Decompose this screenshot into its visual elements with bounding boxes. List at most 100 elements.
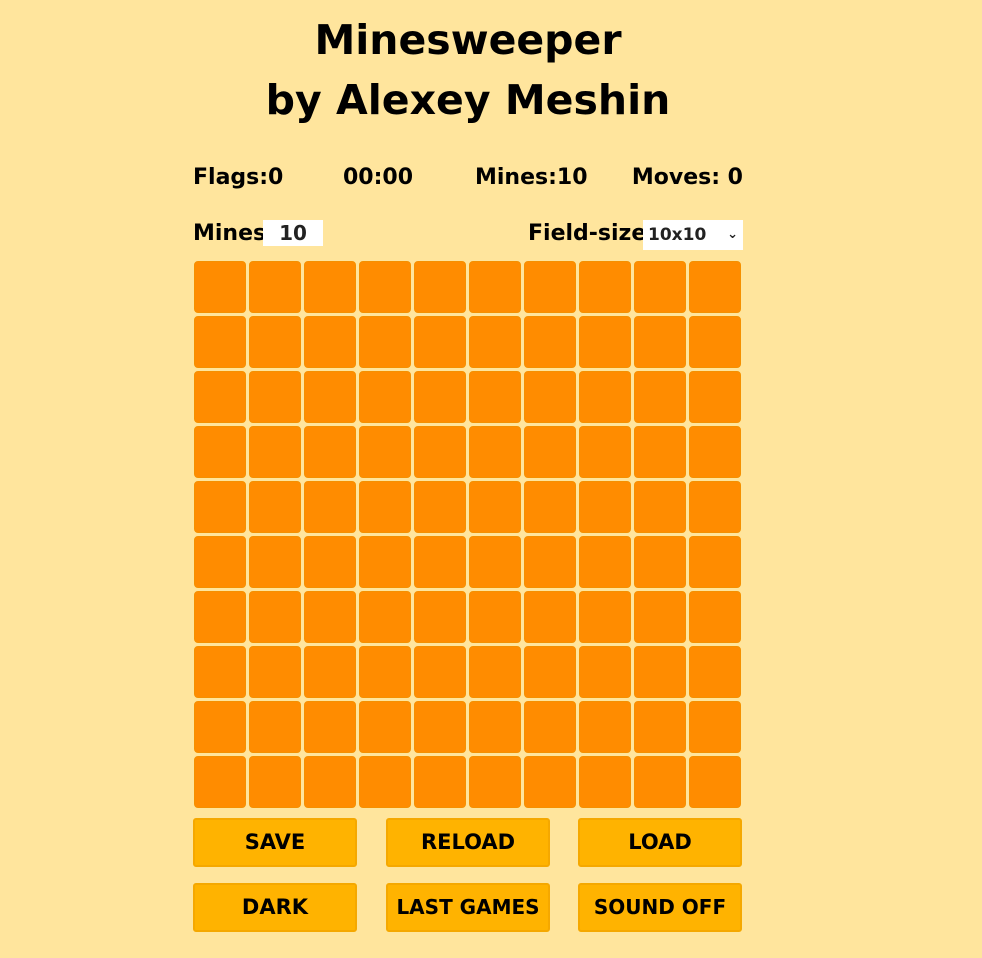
board-cell[interactable] [689,701,741,753]
board-cell[interactable] [359,371,411,423]
reload-button[interactable]: RELOAD [386,818,550,867]
board-cell[interactable] [689,756,741,808]
board-cell[interactable] [414,316,466,368]
last-games-button[interactable]: LAST GAMES [386,883,550,932]
board-cell[interactable] [359,316,411,368]
board-cell[interactable] [689,261,741,313]
board-cell[interactable] [414,536,466,588]
load-button[interactable]: LOAD [578,818,742,867]
board-cell[interactable] [359,701,411,753]
board-cell[interactable] [414,426,466,478]
board-cell[interactable] [634,756,686,808]
board-cell[interactable] [304,481,356,533]
board-cell[interactable] [359,646,411,698]
board-cell[interactable] [579,646,631,698]
board-cell[interactable] [414,261,466,313]
board-cell[interactable] [579,536,631,588]
board-cell[interactable] [194,261,246,313]
board-cell[interactable] [469,261,521,313]
board-cell[interactable] [689,371,741,423]
board-cell[interactable] [689,536,741,588]
board-cell[interactable] [634,316,686,368]
field-size-select[interactable]: 10x10 ⌄ [643,220,743,250]
board-cell[interactable] [469,316,521,368]
board-cell[interactable] [579,481,631,533]
board-cell[interactable] [524,481,576,533]
board-cell[interactable] [249,426,301,478]
board-cell[interactable] [414,591,466,643]
board-cell[interactable] [634,261,686,313]
board-cell[interactable] [194,701,246,753]
board-cell[interactable] [304,756,356,808]
board-cell[interactable] [524,316,576,368]
mines-input[interactable] [263,220,323,246]
board-cell[interactable] [524,591,576,643]
dark-mode-button[interactable]: DARK [193,883,357,932]
board-cell[interactable] [249,701,301,753]
board-cell[interactable] [249,371,301,423]
board-cell[interactable] [359,426,411,478]
board-cell[interactable] [359,481,411,533]
board-cell[interactable] [689,591,741,643]
board-cell[interactable] [249,536,301,588]
board-cell[interactable] [194,536,246,588]
board-cell[interactable] [414,481,466,533]
board-cell[interactable] [524,701,576,753]
board-cell[interactable] [524,646,576,698]
board-cell[interactable] [524,426,576,478]
board-cell[interactable] [469,646,521,698]
board-cell[interactable] [304,426,356,478]
board-cell[interactable] [634,481,686,533]
board-cell[interactable] [194,481,246,533]
board-cell[interactable] [689,481,741,533]
board-cell[interactable] [579,371,631,423]
board-cell[interactable] [469,426,521,478]
board-cell[interactable] [634,646,686,698]
board-cell[interactable] [414,756,466,808]
board-cell[interactable] [524,371,576,423]
board-cell[interactable] [689,316,741,368]
board-cell[interactable] [469,371,521,423]
board-cell[interactable] [414,371,466,423]
board-cell[interactable] [469,756,521,808]
board-cell[interactable] [194,646,246,698]
board-cell[interactable] [579,261,631,313]
save-button[interactable]: SAVE [193,818,357,867]
board-cell[interactable] [414,701,466,753]
board-cell[interactable] [304,261,356,313]
board-cell[interactable] [469,701,521,753]
board-cell[interactable] [359,756,411,808]
board-cell[interactable] [304,371,356,423]
board-cell[interactable] [634,426,686,478]
board-cell[interactable] [249,481,301,533]
board-cell[interactable] [414,646,466,698]
board-cell[interactable] [359,591,411,643]
board-cell[interactable] [194,371,246,423]
board-cell[interactable] [249,591,301,643]
board-cell[interactable] [524,261,576,313]
board-cell[interactable] [469,591,521,643]
board-cell[interactable] [194,316,246,368]
sound-toggle-button[interactable]: SOUND OFF [578,883,742,932]
board-cell[interactable] [634,536,686,588]
board-cell[interactable] [689,426,741,478]
board-cell[interactable] [359,536,411,588]
board-cell[interactable] [304,316,356,368]
board-cell[interactable] [469,536,521,588]
board-cell[interactable] [469,481,521,533]
board-cell[interactable] [194,426,246,478]
board-cell[interactable] [524,536,576,588]
board-cell[interactable] [304,646,356,698]
board-cell[interactable] [304,591,356,643]
board-cell[interactable] [249,261,301,313]
board-cell[interactable] [634,591,686,643]
board-cell[interactable] [249,756,301,808]
board-cell[interactable] [579,756,631,808]
board-cell[interactable] [194,756,246,808]
board-cell[interactable] [304,536,356,588]
board-cell[interactable] [689,646,741,698]
board-cell[interactable] [579,591,631,643]
board-cell[interactable] [249,646,301,698]
board-cell[interactable] [194,591,246,643]
board-cell[interactable] [359,261,411,313]
